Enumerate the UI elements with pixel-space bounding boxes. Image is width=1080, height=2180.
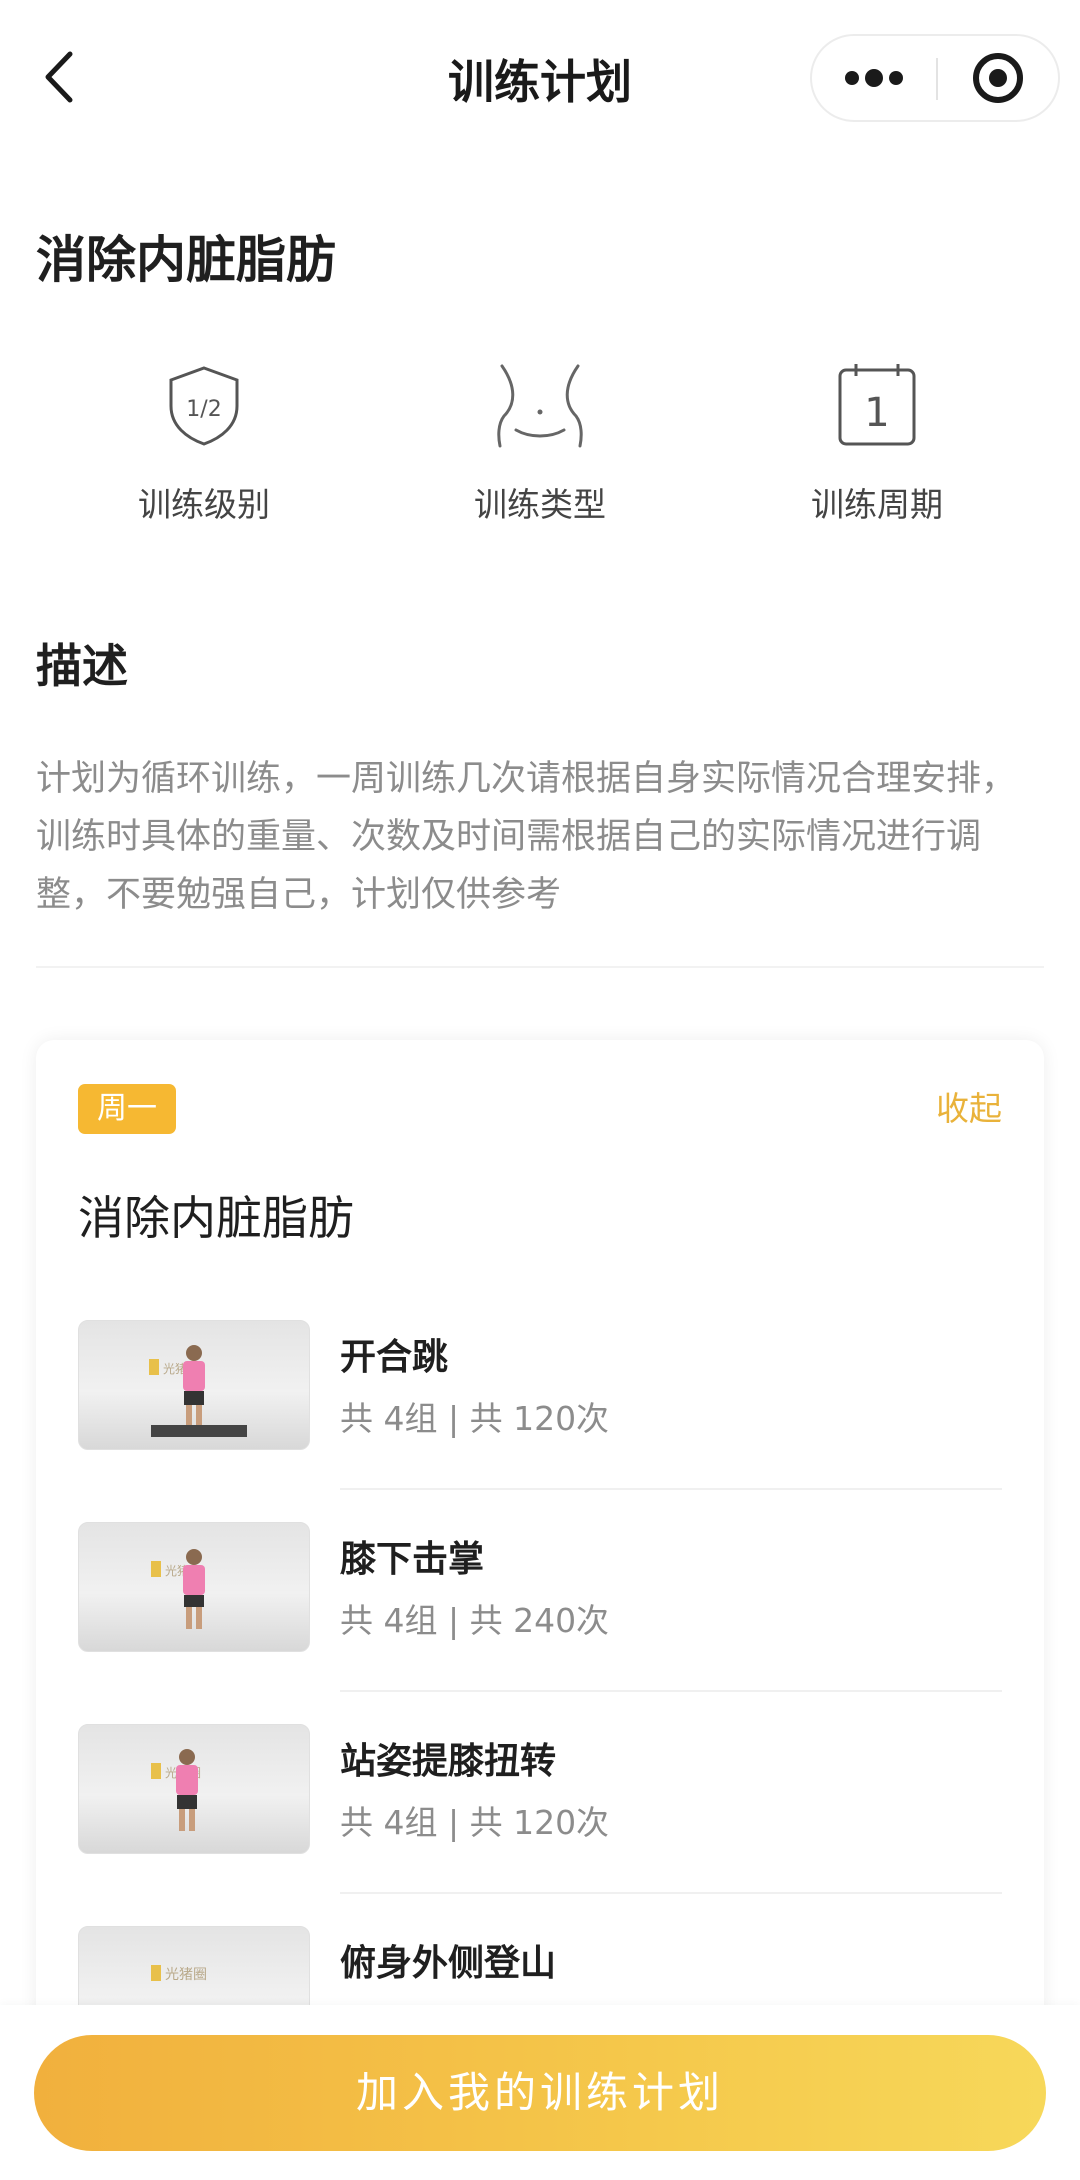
waist-icon (497, 364, 583, 448)
day-workout-title: 消除内脏脂肪 (78, 1191, 354, 1245)
more-dots-icon (845, 69, 903, 87)
calendar-icon: 1 (838, 364, 916, 446)
exercise-meta: 共 4组 | 共 120次 (340, 1399, 610, 1438)
exercise-figure: 光猪圈 (151, 1549, 205, 1629)
exercise-thumbnail: 光猪圈 (78, 1724, 310, 1854)
attribute-type: 训练类型 (390, 360, 690, 526)
exercise-name: 俯身外侧登山 (340, 1943, 557, 1984)
section-divider (36, 966, 1044, 968)
shield-level-icon: 1/2 (169, 366, 239, 446)
close-button[interactable] (938, 36, 1060, 120)
day-badge: 周一 (78, 1084, 176, 1134)
description-heading: 描述 (36, 639, 128, 693)
exercise-item[interactable]: 光猪圈 膝下击掌 共 4组 | 共 240次 (78, 1522, 1002, 1722)
bottom-bar: 加入我的训练计划 (0, 2005, 1080, 2180)
shield-level-text: 1/2 (186, 397, 221, 422)
exercise-meta: 共 4组 | 共 240次 (340, 1601, 610, 1640)
collapse-button[interactable]: 收起 (936, 1084, 1002, 1134)
mini-program-capsule (810, 34, 1060, 122)
attribute-period: 1 训练周期 (727, 360, 1027, 526)
description-text: 计划为循环训练，一周训练几次请根据自身实际情况合理安排，训练时具体的重量、次数及… (36, 759, 1017, 915)
exercise-thumbnail: 光猪圈 (78, 1522, 310, 1652)
exercise-divider (340, 1488, 1002, 1490)
nav-bar: 训练计划 (0, 0, 1080, 150)
attribute-label: 训练周期 (811, 485, 943, 524)
exercise-meta: 共 4组 | 共 120次 (340, 1803, 610, 1842)
attribute-label: 训练级别 (138, 485, 270, 524)
exercise-name: 开合跳 (340, 1337, 449, 1378)
watermark-logo: 光猪圈 (165, 1967, 207, 1983)
plan-title: 消除内脏脂肪 (36, 231, 336, 289)
training-plan-page: 训练计划 消除内脏脂肪 1/2 训练级别 训练类型 1 训练周期 描述 计划为循… (0, 0, 1080, 2180)
attribute-level: 1/2 训练级别 (54, 360, 354, 526)
exercise-item[interactable]: 光猪圈 开合跳 共 4组 | 共 120次 (78, 1320, 1002, 1520)
exercise-thumbnail: 光猪圈 (78, 1320, 310, 1450)
target-circle-icon (973, 53, 1023, 103)
more-button[interactable] (812, 36, 936, 120)
exercise-item[interactable]: 光猪圈 站姿提膝扭转 共 4组 | 共 120次 (78, 1724, 1002, 1924)
calendar-number: 1 (864, 390, 889, 436)
exercise-name: 站姿提膝扭转 (340, 1741, 557, 1782)
exercise-figure: 光猪圈 (151, 1749, 201, 1831)
exercise-figure: 光猪圈 (149, 1345, 247, 1437)
join-plan-button[interactable]: 加入我的训练计划 (34, 2035, 1046, 2151)
exercise-divider (340, 1690, 1002, 1692)
exercise-divider (340, 1892, 1002, 1894)
attribute-label: 训练类型 (474, 485, 606, 524)
exercise-name: 膝下击掌 (340, 1539, 485, 1580)
